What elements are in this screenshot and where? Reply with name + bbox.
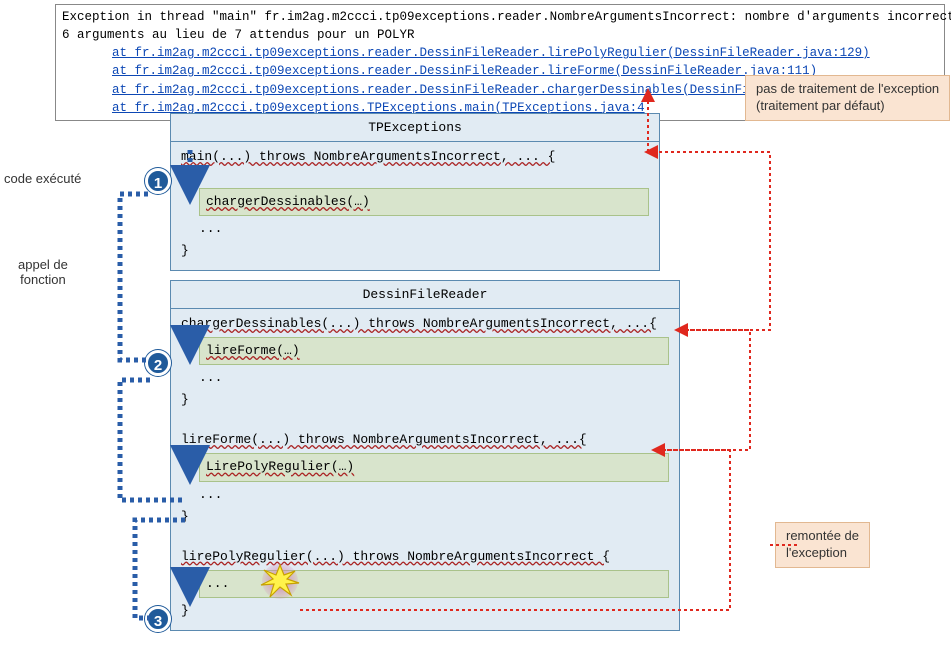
explosion-icon xyxy=(255,561,305,601)
method-signature: main(...) throws NombreArgumentsIncorrec… xyxy=(181,146,649,168)
label-code-execute: code exécuté xyxy=(4,171,81,186)
label-appel: appel de fonction xyxy=(18,257,68,287)
call-body-explosion: ... xyxy=(199,570,669,598)
close-brace: } xyxy=(181,240,649,262)
close-brace: } xyxy=(181,506,669,528)
class-title: DessinFileReader xyxy=(171,281,679,309)
stacktrace-line: Exception in thread "main" fr.im2ag.m2cc… xyxy=(62,8,938,26)
ellipsis: ... xyxy=(199,218,649,240)
call-lireForme: lireForme(…) xyxy=(199,337,669,365)
class-tpexceptions: TPExceptions main(...) throws NombreArgu… xyxy=(170,113,660,271)
method-signature: lireForme(...) throws NombreArgumentsInc… xyxy=(181,429,669,451)
call-chargerDessinables: chargerDessinables(…) xyxy=(199,188,649,216)
callout-no-handling: pas de traitement de l'exception (traite… xyxy=(745,75,950,121)
stacktrace-line: 6 arguments au lieu de 7 attendus pour u… xyxy=(62,26,938,44)
ellipsis: ... xyxy=(199,367,669,389)
method-signature: chargerDessinables(...) throws NombreArg… xyxy=(181,313,669,335)
ellipsis: ... xyxy=(199,484,669,506)
badge-2: 2 xyxy=(145,350,171,376)
badge-3: 3 xyxy=(145,606,171,632)
close-brace: } xyxy=(181,600,669,622)
class-title: TPExceptions xyxy=(171,114,659,142)
call-lirePolyRegulier: LirePolyRegulier(…) xyxy=(199,453,669,481)
badge-1: 1 xyxy=(145,168,171,194)
class-dessinfilereader: DessinFileReader chargerDessinables(...)… xyxy=(170,280,680,631)
close-brace: } xyxy=(181,389,669,411)
stacktrace-link[interactable]: at fr.im2ag.m2ccci.tp09exceptions.reader… xyxy=(112,44,938,62)
callout-propagation: remontée de l'exception xyxy=(775,522,870,568)
